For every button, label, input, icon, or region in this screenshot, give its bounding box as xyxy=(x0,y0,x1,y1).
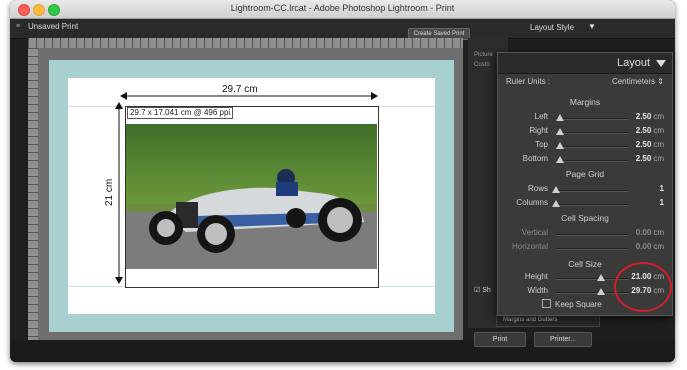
margin-bottom-unit: cm xyxy=(653,154,664,163)
cell-height-label: Height xyxy=(524,272,548,281)
height-dimension-label: 21 cm xyxy=(104,178,115,206)
margin-right-slider-knob[interactable] xyxy=(555,128,564,135)
margin-left-unit: cm xyxy=(653,112,664,121)
grid-columns-slider[interactable] xyxy=(556,204,628,206)
spacing-vertical-unit: cm xyxy=(653,228,664,237)
layout-panel-header[interactable]: Layout xyxy=(498,53,672,74)
ruler-units-label: Ruler Units : xyxy=(506,77,551,86)
grid-columns-value[interactable]: 1 xyxy=(660,198,664,207)
keep-square-checkbox[interactable]: Keep Square xyxy=(542,299,602,309)
margin-top-value[interactable]: 2.50 cm xyxy=(636,140,664,149)
strip-label: Picture xyxy=(474,52,493,58)
margin-left-row[interactable]: Left 2.50 cm xyxy=(498,111,672,125)
printer-button[interactable]: Printer... xyxy=(534,332,592,347)
chevron-down-icon[interactable]: ▼ xyxy=(588,22,596,31)
grid-columns-row[interactable]: Columns 1 xyxy=(498,197,672,211)
margin-right-value[interactable]: 2.50 cm xyxy=(636,126,664,135)
spacing-vertical-value[interactable]: 0.00 cm xyxy=(636,228,664,237)
grid-rows-row[interactable]: Rows 1 xyxy=(498,183,672,197)
select-arrows-icon: ⇕ xyxy=(657,77,664,86)
cell-info-label: 29.7 x 17.041 cm @ 496 ppi xyxy=(127,107,234,119)
page-grid-section-title: Page Grid xyxy=(565,169,605,179)
margin-top-unit: cm xyxy=(653,140,664,149)
grid-columns-label: Columns xyxy=(516,198,548,207)
margin-bottom-value[interactable]: 2.50 cm xyxy=(636,154,664,163)
grid-rows-value[interactable]: 1 xyxy=(660,184,664,193)
print-toolbar: ≡ Unsaved Print Create Saved Print Layou… xyxy=(10,19,675,40)
cell-width-label: Width xyxy=(527,286,548,295)
checkbox-icon: ☑ xyxy=(474,287,481,294)
margin-bottom-slider-knob[interactable] xyxy=(555,156,564,163)
width-dimension-label: 29.7 cm xyxy=(222,84,258,95)
spacing-horizontal-value[interactable]: 0.00 cm xyxy=(636,242,664,251)
print-button[interactable]: Print xyxy=(474,332,526,347)
spacing-horizontal-slider[interactable] xyxy=(556,248,628,250)
margin-bottom-row[interactable]: Bottom 2.50 cm xyxy=(498,153,672,167)
cell-spacing-section-title: Cell Spacing xyxy=(561,213,609,223)
collection-name: Unsaved Print xyxy=(28,22,79,31)
spacing-vertical-label: Vertical xyxy=(521,228,548,237)
spacing-vertical-row[interactable]: Vertical 0.00 cm xyxy=(498,227,672,241)
margin-right-slider[interactable] xyxy=(556,132,628,134)
spacing-horizontal-row[interactable]: Horizontal 0.00 cm xyxy=(498,241,672,255)
margin-left-slider-knob[interactable] xyxy=(555,114,564,121)
margin-left-slider[interactable] xyxy=(556,118,628,120)
grid-rows-label: Rows xyxy=(527,184,548,193)
margin-left-value[interactable]: 2.50 cm xyxy=(636,112,664,121)
margins-section-title: Margins xyxy=(569,97,601,107)
collapse-triangle-icon[interactable] xyxy=(656,60,666,67)
strip-label: Custo xyxy=(474,62,490,68)
keep-square-label: Keep Square xyxy=(555,300,602,309)
margin-top-slider-knob[interactable] xyxy=(555,142,564,149)
race-car-photo[interactable] xyxy=(126,124,377,269)
margin-right-unit: cm xyxy=(653,126,664,135)
margin-right-label: Right xyxy=(529,126,548,135)
show-guides-label: Sh xyxy=(482,287,491,294)
vertical-ruler xyxy=(28,48,38,348)
margin-bottom-label: Bottom xyxy=(522,154,548,163)
grid-rows-slider[interactable] xyxy=(556,190,628,192)
ruler-units-select[interactable]: Centimeters ⇕ xyxy=(612,77,664,86)
layout-panel-title: Layout xyxy=(616,57,650,69)
margin-top-label: Top xyxy=(535,140,548,149)
collection-icon: ≡ xyxy=(16,23,21,30)
spacing-vertical-slider[interactable] xyxy=(556,234,628,236)
highlight-circle xyxy=(614,262,672,312)
margin-right-row[interactable]: Right 2.50 cm xyxy=(498,125,672,139)
margin-left-label: Left xyxy=(534,112,548,121)
cell-width-slider-knob[interactable] xyxy=(596,288,605,295)
window-title: Lightroom-CC.lrcat - Adobe Photoshop Lig… xyxy=(230,3,455,13)
margin-top-slider[interactable] xyxy=(556,146,628,148)
layout-style-header[interactable]: Layout Style xyxy=(530,23,574,32)
margin-top-row[interactable]: Top 2.50 cm xyxy=(498,139,672,153)
spacing-horizontal-label: Horizontal xyxy=(511,242,548,251)
margin-bottom-slider[interactable] xyxy=(556,160,628,162)
grid-rows-slider-knob[interactable] xyxy=(552,186,560,193)
show-guides-checkbox[interactable]: ☑ Sh xyxy=(474,286,491,294)
checkbox-icon xyxy=(542,299,551,308)
title-bar: Lightroom-CC.lrcat - Adobe Photoshop Lig… xyxy=(10,0,675,19)
cell-height-slider-knob[interactable] xyxy=(596,274,605,281)
spacing-horizontal-unit: cm xyxy=(653,242,664,251)
horizontal-ruler xyxy=(28,38,463,48)
grid-columns-slider-knob[interactable] xyxy=(552,200,560,207)
ruler-units-value: Centimeters xyxy=(611,77,656,86)
